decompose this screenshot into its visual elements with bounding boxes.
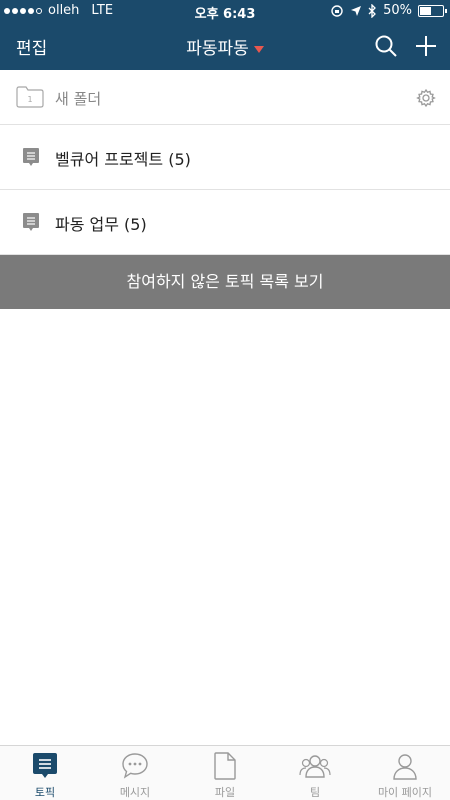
message-icon [122,753,148,779]
folder-badge: 1 [27,95,32,104]
topic-icon [23,148,39,166]
search-icon[interactable] [374,34,398,58]
topic-icon [33,753,57,778]
plus-icon[interactable] [414,34,438,58]
tab-label: 토픽 [34,786,56,799]
tab-my-page[interactable]: 마이 페이지 [360,746,450,800]
folder-icon: 1 [16,86,44,108]
topic-row[interactable]: 벨큐어 프로젝트 (5) [0,125,450,190]
app-header: olleh LTE 오후 6:43 50% 편집 파동파동 [0,0,450,70]
folder-row[interactable]: 1 새 폴더 [0,70,450,125]
tab-label: 메시지 [119,786,151,799]
tab-file[interactable]: 파일 [180,746,270,800]
battery-percent: 50% [383,3,412,18]
file-icon [214,752,236,780]
status-right: 50% [330,3,447,18]
navigation-bar: 편집 파동파동 [0,26,450,66]
show-unjoined-topics-button[interactable]: 참여하지 않은 토픽 목록 보기 [0,255,450,309]
team-icon [299,755,331,778]
topic-label: 벨큐어 프로젝트 (5) [55,150,191,169]
tab-label: 마이 페이지 [377,786,433,799]
topic-label: 파동 업무 (5) [55,215,147,234]
profile-icon [393,754,417,780]
battery-icon [418,4,447,17]
location-arrow-icon [351,5,362,16]
rotation-lock-icon [331,4,343,17]
folder-label: 새 폴더 [55,90,102,108]
tab-topic[interactable]: 토픽 [0,746,90,800]
topic-row[interactable]: 파동 업무 (5) [0,190,450,255]
topic-icon [23,213,39,231]
status-bar: olleh LTE 오후 6:43 50% [0,0,450,22]
dropdown-caret-icon [253,45,264,53]
tab-bar: 토픽 메시지 파일 팀 마이 페이지 [0,745,450,800]
gear-icon[interactable] [416,88,436,108]
bluetooth-icon [368,3,377,18]
tab-team[interactable]: 팀 [270,746,360,800]
tab-label: 팀 [309,786,321,799]
team-name: 파동파동 [186,39,249,59]
tab-message[interactable]: 메시지 [90,746,180,800]
tab-label: 파일 [214,786,236,799]
